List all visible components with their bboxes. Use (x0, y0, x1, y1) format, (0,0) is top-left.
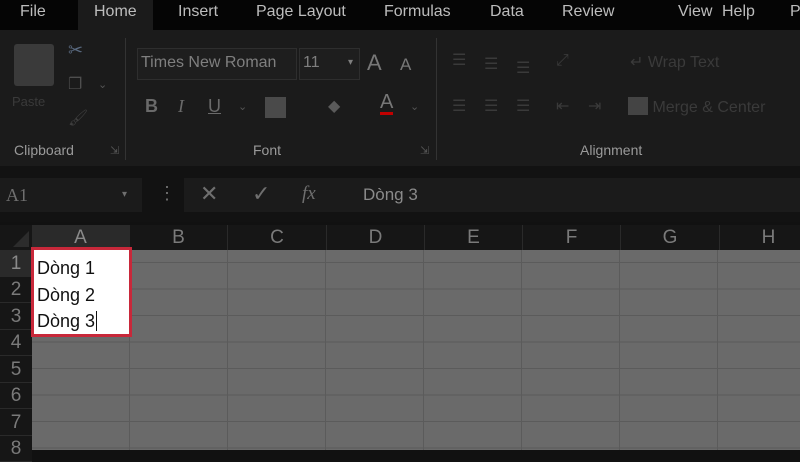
tab-file[interactable]: File (20, 0, 46, 24)
formula-controls: ✕ ✓ fx (184, 178, 344, 212)
select-all-icon (13, 231, 29, 247)
formula-input[interactable]: Dòng 3 (344, 178, 800, 212)
align-bottom-icon[interactable]: ☰ (516, 58, 530, 78)
column-header[interactable]: D (327, 225, 425, 250)
paste-label[interactable]: Paste (12, 94, 45, 109)
chevron-down-icon: ▾ (347, 57, 353, 68)
separator (125, 38, 126, 160)
row-header[interactable]: 2 (0, 277, 32, 303)
cut-icon[interactable]: ✂ (68, 40, 83, 61)
name-box-value: A1 (6, 185, 28, 205)
tab-data[interactable]: Data (490, 0, 524, 24)
underline-dropdown-icon[interactable]: ⌄ (238, 100, 247, 113)
paste-icon[interactable] (14, 44, 54, 86)
text-caret (96, 311, 98, 331)
ribbon-tabs: File Home Insert Page Layout Formulas Da… (0, 0, 800, 30)
decrease-indent-icon[interactable]: ⇤ (556, 96, 569, 116)
row-header[interactable]: 7 (0, 409, 32, 436)
clipboard-launcher-icon[interactable]: ⇲ (110, 144, 119, 157)
cell-line: Dòng 2 (37, 284, 96, 305)
align-center-icon[interactable]: ☰ (484, 96, 498, 116)
align-top-icon[interactable]: ☰ (452, 50, 466, 70)
underline-button[interactable]: U (208, 96, 221, 117)
font-color-dropdown-icon[interactable]: ⌄ (410, 100, 419, 113)
cell-line-active: Dòng 3 (37, 308, 129, 335)
cell-line: Dòng 1 (37, 258, 96, 278)
font-name-select[interactable]: Times New Roman (137, 48, 297, 80)
wrap-text-icon: ↵ (630, 54, 648, 71)
cell-a1-editor[interactable]: Dòng 1 Dòng 2 Dòng 3 (31, 247, 132, 337)
name-box[interactable]: A1 ▾ (0, 178, 142, 212)
align-middle-icon[interactable]: ☰ (484, 54, 498, 74)
copy-icon[interactable]: ❐ (68, 74, 82, 94)
copy-dropdown-icon[interactable]: ⌄ (98, 78, 107, 91)
merge-center-label: Merge & Center (652, 99, 766, 116)
column-header[interactable]: E (425, 225, 523, 250)
wrap-text-button[interactable]: ↵ Wrap Text (630, 52, 719, 72)
orientation-icon[interactable]: ⤢ (556, 52, 569, 70)
tab-home[interactable]: Home (78, 0, 153, 30)
column-header[interactable]: B (130, 225, 228, 250)
worksheet-grid[interactable] (32, 250, 800, 450)
tab-help[interactable]: Help (722, 0, 755, 24)
tab-view[interactable]: View (678, 0, 712, 24)
cancel-button[interactable]: ✕ (200, 181, 218, 207)
increase-indent-icon[interactable]: ⇥ (588, 96, 601, 116)
more-options-icon[interactable]: ⋮ (158, 183, 176, 204)
grow-font-button[interactable]: A (367, 50, 382, 76)
align-right-icon[interactable]: ☰ (516, 96, 530, 116)
ribbon: Paste ✂ ❐ ⌄ 🖌 Clipboard ⇲ Times New Roma… (0, 30, 800, 166)
fill-color-icon[interactable]: ◆ (328, 96, 340, 116)
tab-formulas[interactable]: Formulas (384, 0, 451, 24)
tab-page-layout[interactable]: Page Layout (256, 0, 346, 24)
shrink-font-button[interactable]: A (400, 55, 411, 75)
row-header[interactable]: 3 (0, 303, 32, 330)
row-header[interactable]: 6 (0, 383, 32, 409)
merge-icon (628, 97, 648, 115)
font-group-label: Font (253, 142, 282, 158)
bold-button[interactable]: B (145, 96, 158, 117)
separator (436, 38, 437, 160)
align-left-icon[interactable]: ☰ (452, 96, 466, 116)
column-header[interactable]: G (621, 225, 720, 250)
column-header[interactable]: H (720, 225, 800, 250)
italic-button[interactable]: I (178, 96, 184, 117)
merge-center-button[interactable]: Merge & Center (628, 97, 765, 117)
column-header[interactable]: F (523, 225, 621, 250)
enter-button[interactable]: ✓ (252, 181, 270, 207)
chevron-down-icon: ▾ (122, 189, 128, 200)
tab-insert[interactable]: Insert (178, 0, 218, 24)
font-color-button[interactable]: A (380, 92, 394, 115)
format-painter-icon[interactable]: 🖌 (68, 108, 88, 128)
font-launcher-icon[interactable]: ⇲ (420, 144, 429, 157)
row-header[interactable]: 1 (0, 250, 32, 277)
borders-icon[interactable] (265, 97, 286, 118)
tab-more[interactable]: P (790, 0, 800, 24)
font-name-value: Times New Roman (141, 54, 277, 71)
cell-line-text: Dòng 3 (37, 311, 96, 331)
font-size-select[interactable]: 11 ▾ (299, 48, 360, 80)
font-size-value: 11 (303, 54, 320, 71)
select-all-button[interactable] (0, 225, 32, 250)
insert-function-button[interactable]: fx (302, 183, 316, 205)
tab-review[interactable]: Review (562, 0, 614, 24)
clipboard-group-label: Clipboard (14, 142, 74, 158)
row-header[interactable]: 5 (0, 356, 32, 383)
column-header[interactable]: C (228, 225, 327, 250)
alignment-group-label: Alignment (580, 142, 643, 158)
row-header[interactable]: 8 (0, 436, 32, 462)
wrap-text-label: Wrap Text (647, 54, 720, 71)
row-header[interactable]: 4 (0, 330, 32, 356)
